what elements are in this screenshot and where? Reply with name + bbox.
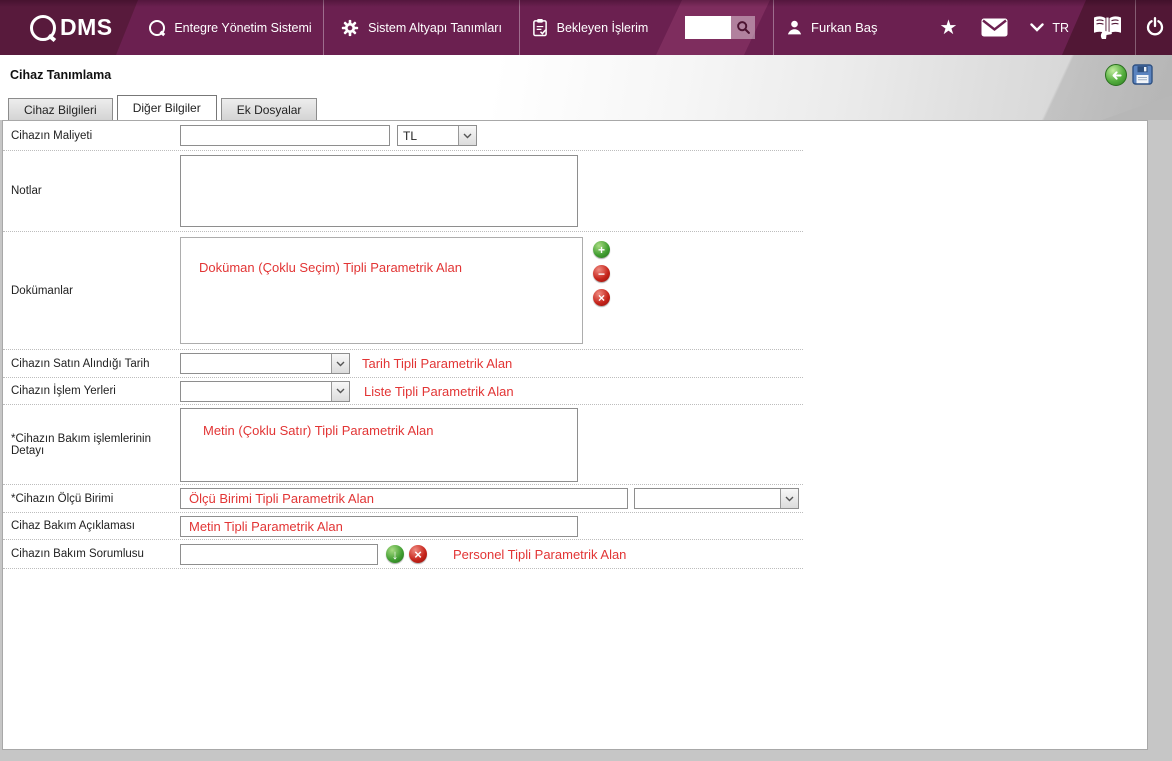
clear-person-icon[interactable]: × bbox=[409, 545, 427, 563]
field-label: *Cihazın Ölçü Birimi bbox=[11, 492, 114, 505]
parametric-field-annotation: Tarih Tipli Parametrik Alan bbox=[362, 356, 513, 371]
tarih-select[interactable] bbox=[180, 353, 350, 374]
header-toolbar bbox=[1105, 64, 1153, 86]
field-label: Notlar bbox=[11, 185, 42, 197]
form-panel: Cihazın Maliyeti TL Notlar Dokümanlar Do… bbox=[2, 120, 1148, 750]
field-label: Cihazın Satın Alındığı Tarih bbox=[11, 357, 150, 370]
tab-strip: Cihaz Bilgileri Diğer Bilgiler Ek Dosyal… bbox=[8, 95, 318, 120]
bakim-aciklamasi-input[interactable] bbox=[180, 515, 578, 537]
parametric-field-annotation: Personel Tipli Parametrik Alan bbox=[453, 546, 627, 562]
menu-item-sistem-altyapi-tanimlari[interactable]: Sistem Altyapı Tanımları bbox=[324, 0, 520, 55]
power-logout-icon[interactable] bbox=[1144, 16, 1166, 38]
olcu-birimi-input[interactable] bbox=[180, 488, 628, 509]
row-bakim-sorumlusu: Cihazın Bakım Sorumlusu ↓ × Personel Tip… bbox=[3, 540, 803, 569]
menu-item-label: Entegre Yönetim Sistemi bbox=[174, 20, 312, 35]
mail-icon[interactable] bbox=[981, 18, 1008, 37]
row-olcu-birimi: *Cihazın Ölçü Birimi bbox=[3, 485, 803, 513]
olcu-birimi-select[interactable] bbox=[634, 488, 799, 509]
field-label: Cihazın Maliyeti bbox=[11, 129, 93, 142]
user-icon[interactable] bbox=[786, 19, 803, 36]
search-input[interactable] bbox=[685, 16, 731, 39]
olcu-birimi-value bbox=[635, 489, 780, 508]
liste-select[interactable] bbox=[180, 380, 350, 402]
parametric-field-annotation: Liste Tipli Parametrik Alan bbox=[364, 383, 514, 399]
qdms-logo-icon bbox=[30, 15, 56, 41]
row-bakim-aciklamasi: Cihaz Bakım Açıklaması bbox=[3, 513, 803, 540]
menu-item-entegre-yonetim-sistemi[interactable]: Entegre Yönetim Sistemi bbox=[138, 0, 324, 55]
dokumanlar-actions: + − × bbox=[593, 241, 610, 306]
dropdown-arrow-icon bbox=[780, 489, 798, 508]
gear-icon bbox=[341, 19, 359, 36]
qdms-app-window: DMS Entegre Yönetim Sistemi Sistem Altya… bbox=[0, 0, 1172, 761]
tab-cihaz-bilgileri[interactable]: Cihaz Bilgileri bbox=[8, 98, 113, 120]
currency-value: TL bbox=[403, 128, 418, 143]
topbar-divider bbox=[773, 0, 774, 55]
menu-item-bekleyen-islerim[interactable]: Bekleyen İşlerim bbox=[520, 0, 660, 55]
back-arrow-icon bbox=[1112, 70, 1122, 80]
dropdown-arrow-icon bbox=[331, 354, 349, 373]
row-islem-yerleri: Cihazın İşlem Yerleri Liste Tipli Parame… bbox=[3, 378, 803, 405]
bakim-sorumlusu-input[interactable] bbox=[180, 543, 378, 565]
topbar-right-icons bbox=[1062, 0, 1172, 55]
form-rows: Cihazın Maliyeti TL Notlar Dokümanlar Do… bbox=[3, 121, 803, 569]
page-title: Cihaz Tanımlama bbox=[10, 68, 112, 82]
field-label: Cihazın İşlem Yerleri bbox=[11, 385, 116, 397]
field-label: Cihazın Bakım Sorumlusu bbox=[11, 548, 144, 560]
tab-diger-bilgiler[interactable]: Diğer Bilgiler bbox=[116, 95, 217, 120]
back-button[interactable] bbox=[1105, 64, 1127, 86]
field-label: Dokümanlar bbox=[11, 284, 73, 297]
menu-item-label: Sistem Altyapı Tanımları bbox=[368, 20, 502, 35]
row-bakim-islemlerinin-detayi: *Cihazın Bakım işlemlerinin Detayı Metin… bbox=[3, 405, 803, 485]
global-search bbox=[685, 16, 755, 39]
currency-select[interactable]: TL bbox=[397, 125, 477, 146]
favorites-star-icon[interactable]: ★ bbox=[939, 18, 957, 38]
notlar-textarea[interactable] bbox=[180, 155, 578, 227]
liste-value bbox=[181, 382, 331, 401]
header-decoration bbox=[1102, 95, 1172, 120]
dropdown-arrow-icon bbox=[458, 126, 476, 145]
tarih-value bbox=[181, 354, 331, 373]
logo-segment[interactable]: DMS bbox=[0, 0, 138, 55]
remove-icon[interactable]: − bbox=[593, 265, 610, 282]
qdms-circle-icon bbox=[149, 19, 166, 36]
qdms-logo-text: DMS bbox=[60, 14, 113, 40]
top-navigation-bar: DMS Entegre Yönetim Sistemi Sistem Altya… bbox=[0, 0, 1172, 55]
cihazin-maliyeti-input[interactable] bbox=[180, 125, 390, 146]
page-header: Cihaz Tanımlama Cihaz Bilgileri Diğer Bi… bbox=[0, 55, 1172, 120]
clear-icon[interactable]: × bbox=[593, 289, 610, 306]
chevron-down-icon[interactable] bbox=[1030, 23, 1045, 32]
search-icon bbox=[736, 21, 750, 34]
clipboard-tasks-icon bbox=[532, 19, 547, 37]
row-satin-alindigi-tarih: Cihazın Satın Alındığı Tarih Tarih Tipli… bbox=[3, 350, 803, 378]
tab-ek-dosyalar[interactable]: Ek Dosyalar bbox=[220, 98, 318, 120]
row-notlar: Notlar bbox=[3, 151, 803, 232]
topbar-divider bbox=[1135, 0, 1136, 55]
help-book-icon[interactable] bbox=[1092, 14, 1123, 40]
bakim-detayi-textarea[interactable]: Metin (Çoklu Satır) Tipli Parametrik Ala… bbox=[180, 407, 578, 482]
menu-item-label: Bekleyen İşlerim bbox=[556, 20, 649, 35]
parametric-field-annotation: Doküman (Çoklu Seçim) Tipli Parametrik A… bbox=[199, 260, 462, 275]
row-dokumanlar: Dokümanlar Doküman (Çoklu Seçim) Tipli P… bbox=[3, 232, 803, 350]
user-name[interactable]: Furkan Baş bbox=[811, 20, 877, 35]
select-person-icon[interactable]: ↓ bbox=[386, 545, 404, 563]
field-label: Cihaz Bakım Açıklaması bbox=[11, 520, 135, 532]
search-button[interactable] bbox=[731, 16, 755, 39]
main-menu: Entegre Yönetim Sistemi Sistem Altyapı T… bbox=[138, 0, 660, 55]
save-button[interactable] bbox=[1131, 64, 1153, 86]
save-floppy-icon bbox=[1131, 64, 1153, 85]
field-label: *Cihazın Bakım işlemlerinin Detayı bbox=[11, 432, 151, 457]
user-area: Furkan Baş ★ TR bbox=[786, 0, 1069, 55]
dokumanlar-listbox[interactable]: Doküman (Çoklu Seçim) Tipli Parametrik A… bbox=[180, 237, 583, 344]
add-icon[interactable]: + bbox=[593, 241, 610, 258]
dropdown-arrow-icon bbox=[331, 381, 349, 401]
row-cihazin-maliyeti: Cihazın Maliyeti TL bbox=[3, 121, 803, 151]
